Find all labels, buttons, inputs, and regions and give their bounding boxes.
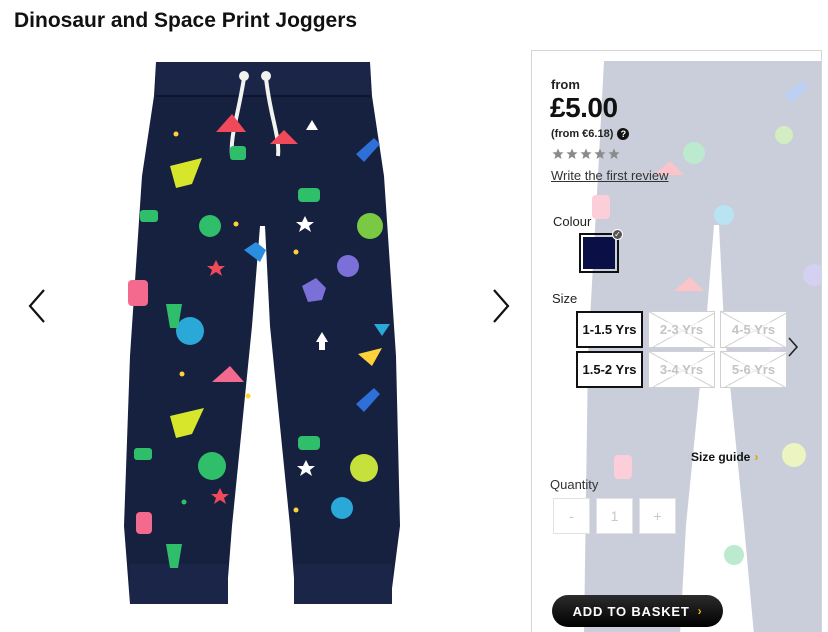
product-image[interactable] xyxy=(120,56,410,616)
size-option-button[interactable]: 1-1.5 Yrs xyxy=(576,311,643,348)
quantity-increase-button[interactable]: + xyxy=(639,498,676,534)
help-icon[interactable]: ? xyxy=(617,128,630,140)
product-gallery xyxy=(0,44,530,632)
size-option-label: 3-4 Yrs xyxy=(658,362,705,377)
chevron-right-icon xyxy=(493,289,510,323)
size-option-label: 4-5 Yrs xyxy=(730,322,777,337)
size-option-button: 5-6 Yrs xyxy=(720,351,787,388)
star-icon xyxy=(594,148,606,159)
colour-swatch-navy[interactable]: ✓ xyxy=(579,229,623,273)
star-icon xyxy=(580,148,592,159)
write-review-link[interactable]: Write the first review xyxy=(551,168,669,183)
size-option-button: 2-3 Yrs xyxy=(648,311,715,348)
size-option-label: 2-3 Yrs xyxy=(658,322,705,337)
chevron-right-icon: › xyxy=(754,450,759,464)
swatch-fill xyxy=(583,237,615,269)
price-from-label: from xyxy=(551,77,580,92)
chevron-left-icon xyxy=(28,289,45,323)
size-label: Size xyxy=(552,291,578,306)
page-title: Dinosaur and Space Print Joggers xyxy=(14,9,358,32)
checkmark-icon: ✓ xyxy=(612,229,623,240)
price: £5.00 xyxy=(550,92,618,123)
size-next-button[interactable] xyxy=(785,335,801,359)
star-icon xyxy=(552,148,564,159)
add-to-basket-label: ADD TO BASKET xyxy=(572,603,690,619)
add-to-basket-button[interactable]: ADD TO BASKET › xyxy=(552,595,723,627)
rating-stars xyxy=(552,148,620,160)
quantity-stepper: - 1 + xyxy=(553,498,676,534)
size-option-button[interactable]: 1.5-2 Yrs xyxy=(576,351,643,388)
size-option-label: 1.5-2 Yrs xyxy=(581,362,638,377)
alt-price-text: (from €6.18) xyxy=(551,128,614,140)
chevron-right-icon: › xyxy=(697,604,703,618)
star-icon xyxy=(608,148,620,159)
purchase-panel: from £5.00 (from €6.18) ? Write the firs… xyxy=(531,50,822,632)
gallery-next-button[interactable] xyxy=(486,286,516,326)
star-icon xyxy=(566,148,578,159)
quantity-decrease-button[interactable]: - xyxy=(553,498,590,534)
alt-currency-price: (from €6.18) ? xyxy=(551,128,630,140)
quantity-label: Quantity xyxy=(550,477,599,492)
quantity-input[interactable]: 1 xyxy=(596,498,633,534)
size-options: 1-1.5 Yrs 2-3 Yrs 4-5 Yrs 1.5-2 Yrs 3-4 Yrs 5… xyxy=(576,311,787,391)
size-option-button: 3-4 Yrs xyxy=(648,351,715,388)
size-option-button: 4-5 Yrs xyxy=(720,311,787,348)
colour-label: Colour xyxy=(553,214,592,229)
size-option-label: 5-6 Yrs xyxy=(730,362,777,377)
gallery-prev-button[interactable] xyxy=(22,286,52,326)
size-option-label: 1-1.5 Yrs xyxy=(581,322,638,337)
size-guide-link[interactable]: Size guide › xyxy=(691,450,758,464)
chevron-right-icon xyxy=(788,337,799,357)
size-guide-label: Size guide xyxy=(691,450,751,464)
